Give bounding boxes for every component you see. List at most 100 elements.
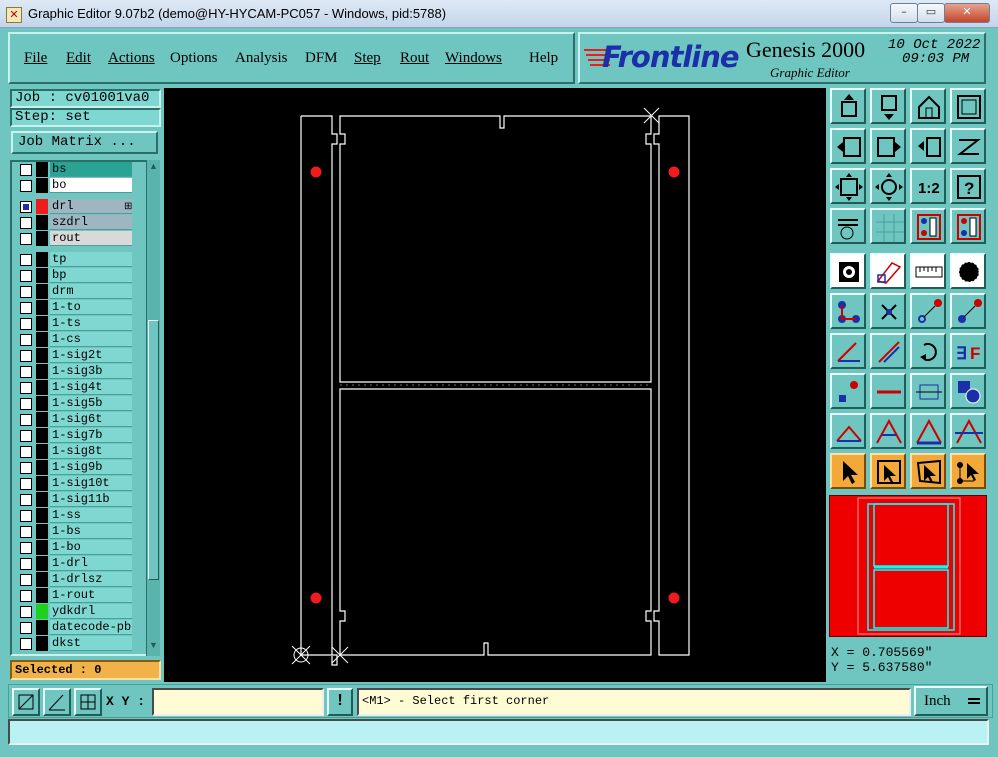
layer-checkbox[interactable] — [20, 334, 32, 346]
ruler-button[interactable] — [910, 253, 946, 289]
layer-row-1-sig3b[interactable]: 1-sig3b — [14, 364, 142, 379]
layer-checkbox[interactable] — [20, 382, 32, 394]
layer-name[interactable]: drl — [50, 199, 132, 214]
layer-checkbox[interactable] — [20, 526, 32, 538]
layer-row-1-sig8t[interactable]: 1-sig8t — [14, 444, 142, 459]
layer-row-1-sig2t[interactable]: 1-sig2t — [14, 348, 142, 363]
layer-name[interactable]: szdrl — [50, 215, 132, 230]
layer-row-1-ts[interactable]: 1-ts — [14, 316, 142, 331]
graphic-canvas[interactable] — [164, 88, 826, 682]
overlap-button[interactable] — [950, 373, 986, 409]
alert-button[interactable]: ! — [327, 688, 353, 716]
layer-color-swatch[interactable] — [36, 199, 48, 214]
layer-name[interactable]: 1-sig11b — [50, 492, 132, 507]
layer-color-swatch[interactable] — [36, 215, 48, 230]
pointer-box-button[interactable] — [870, 453, 906, 489]
redraw-button[interactable] — [950, 128, 986, 164]
layer-row-1-sig4t[interactable]: 1-sig4t — [14, 380, 142, 395]
layer-color-swatch[interactable] — [36, 284, 48, 299]
menu-windows[interactable]: Windows — [445, 50, 502, 67]
layer-name[interactable]: 1-bs — [50, 524, 132, 539]
layer-checkbox[interactable] — [20, 414, 32, 426]
measure-button[interactable] — [910, 373, 946, 409]
layer-checkbox[interactable] — [20, 254, 32, 266]
layer-row-szdrl[interactable]: szdrl — [14, 215, 142, 230]
layer-color-swatch[interactable] — [36, 231, 48, 246]
menu-rout[interactable]: Rout — [400, 50, 429, 67]
layer-color-swatch[interactable] — [36, 540, 48, 555]
layer-color-swatch[interactable] — [36, 162, 48, 177]
close-button[interactable]: ✕ — [944, 3, 990, 23]
layer-row-1-ss[interactable]: 1-ss — [14, 508, 142, 523]
layer-name[interactable]: 1-sig8t — [50, 444, 132, 459]
layer-color-swatch[interactable] — [36, 460, 48, 475]
layer-row-1-sig6t[interactable]: 1-sig6t — [14, 412, 142, 427]
undo-view-button[interactable] — [910, 128, 946, 164]
layer-row-1-sig11b[interactable]: 1-sig11b — [14, 492, 142, 507]
layer-name[interactable]: 1-ss — [50, 508, 132, 523]
layer-name[interactable]: 1-sig9b — [50, 460, 132, 475]
layer-color-swatch[interactable] — [36, 332, 48, 347]
menu-options[interactable]: Options — [170, 50, 218, 67]
scroll-down-icon[interactable]: ▼ — [148, 640, 159, 652]
zoom-center-button[interactable] — [870, 168, 906, 204]
layer-checkbox[interactable] — [20, 574, 32, 586]
layer-name[interactable]: 1-ts — [50, 316, 132, 331]
layer-checkbox[interactable] — [20, 233, 32, 245]
job-matrix-button[interactable]: Job Matrix ... — [11, 131, 158, 154]
layer-row-1-to[interactable]: 1-to — [14, 300, 142, 315]
layer-checkbox[interactable] — [20, 217, 32, 229]
layer-checkbox[interactable] — [20, 302, 32, 314]
layer-checkbox[interactable] — [20, 318, 32, 330]
snap-center-button[interactable] — [870, 293, 906, 329]
mirror-button[interactable]: ∃ F — [950, 333, 986, 369]
layer-name[interactable]: datecode-pbo — [50, 620, 132, 635]
layer-row-1-cs[interactable]: 1-cs — [14, 332, 142, 347]
layer-color-swatch[interactable] — [36, 620, 48, 635]
measure-button[interactable] — [43, 688, 71, 716]
zoom-box-button[interactable] — [12, 688, 40, 716]
layer-name[interactable]: 1-sig3b — [50, 364, 132, 379]
layer-row-1-rout[interactable]: 1-rout — [14, 588, 142, 603]
layer-row-1-sig5b[interactable]: 1-sig5b — [14, 396, 142, 411]
layer-checkbox[interactable] — [20, 430, 32, 442]
layer-name[interactable]: bs — [50, 162, 132, 177]
layer-checkbox[interactable] — [20, 350, 32, 362]
home-button[interactable] — [910, 88, 946, 124]
pad-button[interactable] — [950, 253, 986, 289]
menu-dfm[interactable]: DFM — [305, 50, 338, 67]
layer-checkbox[interactable] — [20, 638, 32, 650]
layer-color-swatch[interactable] — [36, 396, 48, 411]
layer-row-bs[interactable]: bs — [14, 162, 142, 177]
layer-color-swatch[interactable] — [36, 178, 48, 193]
overview-map[interactable] — [829, 495, 987, 637]
layer-row-bp[interactable]: bp — [14, 268, 142, 283]
layer-name[interactable]: drm — [50, 284, 132, 299]
units-select[interactable]: Inch — [914, 686, 988, 716]
layer-checkbox[interactable] — [20, 622, 32, 634]
layer-checkbox[interactable] — [20, 510, 32, 522]
layer-name[interactable]: 1-bo — [50, 540, 132, 555]
layer-row-rout[interactable]: rout — [14, 231, 142, 246]
layer-color-swatch[interactable] — [36, 588, 48, 603]
layer-checkbox[interactable] — [20, 606, 32, 618]
layer-color-swatch[interactable] — [36, 300, 48, 315]
layer-color-swatch[interactable] — [36, 476, 48, 491]
layer-name[interactable]: 1-sig4t — [50, 380, 132, 395]
layer-name[interactable]: 1-sig7b — [50, 428, 132, 443]
layer-checkbox[interactable] — [20, 542, 32, 554]
layer-row-1-sig10t[interactable]: 1-sig10t — [14, 476, 142, 491]
layer-name[interactable]: 1-to — [50, 300, 132, 315]
layer-row-1-drlsz[interactable]: 1-drlsz — [14, 572, 142, 587]
layers-blue-button[interactable] — [950, 208, 986, 244]
help-button[interactable]: ? — [950, 168, 986, 204]
zoom-fit-button[interactable] — [830, 168, 866, 204]
line-point-button[interactable] — [910, 293, 946, 329]
layer-scrollbar[interactable]: ▲ ▼ — [146, 160, 160, 656]
feature-select-button[interactable] — [830, 373, 866, 409]
layer-color-swatch[interactable] — [36, 380, 48, 395]
arc-full-button[interactable] — [910, 413, 946, 449]
layer-color-swatch[interactable] — [36, 316, 48, 331]
rotate-button[interactable] — [910, 333, 946, 369]
layer-checkbox[interactable] — [20, 398, 32, 410]
